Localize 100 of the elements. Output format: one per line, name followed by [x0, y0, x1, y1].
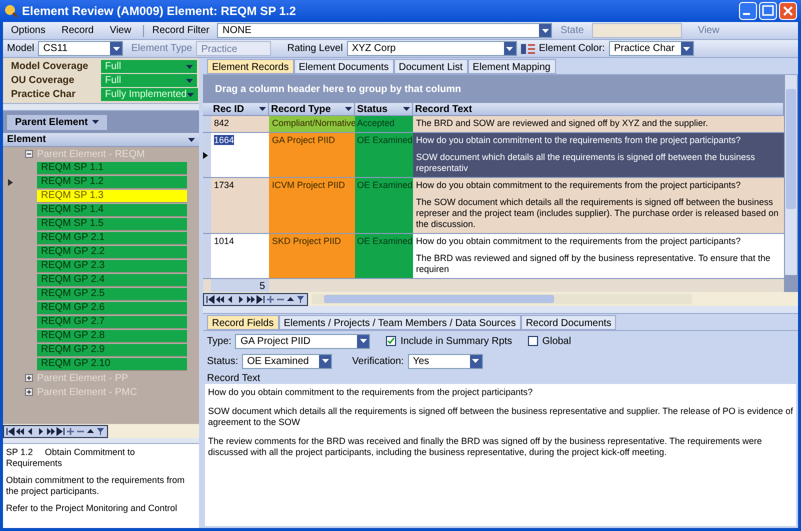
tree-item[interactable]: REQM SP 1.4 — [37, 204, 187, 216]
color-legend-icon — [520, 44, 535, 54]
last-icon[interactable] — [256, 294, 265, 304]
previous-icon[interactable] — [26, 426, 35, 436]
tab[interactable]: Elements / Projects / Team Members / Data Sources — [278, 315, 521, 330]
window-title: Element Review (AM009) Element: REQM SP 1.2 — [22, 3, 297, 20]
rating-level-dropdown[interactable]: XYZ Corp — [346, 41, 517, 56]
previous-page-icon[interactable] — [216, 294, 225, 304]
table-cell: How do you obtain commitment to the requirements from the project participants? The SOW document which details all the requirements is signed off between the business represer and the project team (includes supplier). The purchase order is released based on the discussion. — [413, 178, 784, 233]
caret-icon — [186, 64, 193, 68]
close-icon[interactable] — [779, 2, 797, 20]
first-icon[interactable] — [6, 426, 15, 436]
tree-item[interactable]: REQM GP 2.4 — [37, 274, 187, 286]
tab[interactable]: Element Documents — [294, 59, 394, 74]
tree-item[interactable]: REQM SP 1.2 — [37, 176, 187, 188]
caret-icon — [472, 359, 480, 363]
table-cell: OE Examined — [355, 133, 413, 177]
column-header[interactable]: Element — [3, 133, 199, 147]
tree-item[interactable]: REQM GP 2.2 — [37, 246, 187, 258]
field-label: Record Text — [206, 372, 262, 384]
tree-item[interactable]: REQM SP 1.5 — [37, 218, 187, 230]
element-type-label: Element Type — [131, 42, 192, 56]
minimize-icon[interactable] — [739, 2, 757, 20]
scrollbar[interactable] — [785, 75, 797, 275]
caret-icon — [188, 138, 195, 142]
table-cell: 842 — [214, 118, 230, 128]
filter-icon[interactable] — [296, 294, 305, 304]
tab[interactable]: Element Mapping — [468, 59, 556, 74]
checkbox-icon[interactable] — [528, 336, 538, 346]
caret-icon — [683, 46, 690, 50]
previous-icon[interactable] — [226, 294, 235, 304]
next-icon[interactable] — [236, 294, 245, 304]
filter-icon[interactable] — [96, 426, 105, 436]
checked-checkbox-icon[interactable] — [386, 336, 396, 346]
record-count: 5 — [211, 279, 269, 292]
expand-icon[interactable] — [25, 374, 33, 382]
tab[interactable]: Record Documents — [520, 315, 616, 330]
table-cell: 1734 — [214, 180, 234, 190]
verification-dropdown[interactable]: Yes — [408, 354, 483, 368]
previous-page-icon[interactable] — [16, 426, 25, 436]
menu-item[interactable]: Record — [57, 23, 98, 38]
description-text: Obtain commitment to the requirements from the project participants. — [6, 475, 185, 497]
record-filter-dropdown[interactable]: NONE — [217, 23, 552, 38]
element-color-dropdown[interactable]: Practice Char — [608, 41, 694, 56]
tree-item[interactable]: REQM GP 2.5 — [37, 288, 187, 300]
caret-icon — [542, 28, 549, 32]
tree-item[interactable]: REQM GP 2.10 — [37, 358, 187, 370]
table-cell: SKD Project PIID — [269, 234, 355, 278]
tree-item[interactable]: REQM GP 2.9 — [37, 344, 187, 356]
table-cell: The BRD and SOW are reviewed and signed off by XYZ and the supplier. — [413, 116, 784, 132]
tree-item[interactable]: REQM GP 2.8 — [37, 330, 187, 342]
model-dropdown[interactable]: CS11 — [38, 41, 124, 56]
menu-item[interactable]: Options — [7, 23, 50, 38]
tab[interactable]: Record Fields — [207, 315, 279, 330]
tree-item[interactable]: REQM GP 2.3 — [37, 260, 187, 272]
table-cell: How do you obtain commitment to the requirements from the project participants? SOW document which details all the requirements is signed off between the business representativ — [413, 133, 784, 177]
first-icon[interactable] — [206, 294, 215, 304]
tree-item[interactable]: REQM GP 2.1 — [37, 232, 187, 244]
row-header[interactable] — [203, 133, 211, 177]
menu-item[interactable]: View — [106, 23, 136, 38]
collapse-icon[interactable] — [25, 150, 33, 158]
maximize-icon[interactable] — [759, 2, 777, 20]
next-page-icon[interactable] — [46, 426, 55, 436]
tree-item[interactable]: REQM GP 2.6 — [37, 302, 187, 314]
app-icon — [4, 4, 18, 18]
record-text-area[interactable]: How do you obtain commitment to the requirements from the project participants? SOW document which details all the requirements is signed off between the business representative and supplier. The release of PO is evidence of agreement to the SOW The review comments for the BRD was received and finally the BRD was signed off by the business representative. The requirements were discussed with all the project participants, including the business representative, during the project kick-off meeting. — [205, 384, 796, 526]
next-icon[interactable] — [36, 426, 45, 436]
tree-item[interactable]: REQM GP 2.7 — [37, 316, 187, 328]
tab[interactable]: Document List — [394, 59, 468, 74]
type-dropdown[interactable]: GA Project PIID — [235, 334, 370, 348]
expand-icon[interactable] — [25, 388, 33, 396]
caret-icon — [186, 78, 193, 82]
up-arrow-icon[interactable] — [86, 426, 95, 436]
horizontal-scrollbar[interactable] — [312, 294, 692, 304]
checkbox[interactable]: Global — [528, 334, 572, 348]
tab[interactable]: Element Records — [207, 59, 294, 74]
tree-item[interactable]: REQM SP 1.1 — [37, 162, 187, 174]
caret-icon — [322, 359, 329, 363]
column-header[interactable]: Record Type — [269, 103, 355, 115]
up-arrow-icon[interactable] — [286, 294, 295, 304]
next-page-icon[interactable] — [246, 294, 255, 304]
checkbox[interactable]: Include in Summary Rpts — [386, 334, 512, 348]
field-label: Verification: — [352, 354, 404, 368]
caret-icon — [403, 107, 410, 111]
status-dropdown[interactable]: OE Examined — [242, 354, 332, 368]
row-pointer-icon — [203, 152, 208, 158]
model-label: Model — [7, 42, 34, 56]
column-header[interactable]: Status — [355, 103, 413, 115]
column-header[interactable]: Record Text — [413, 103, 784, 115]
table-cell: OE Examined — [355, 178, 413, 233]
coverage-label: OU Coverage — [10, 74, 76, 88]
caret-icon — [506, 46, 514, 50]
column-header[interactable]: Rec ID — [211, 103, 269, 115]
last-icon[interactable] — [56, 426, 65, 436]
caret-icon — [112, 46, 120, 50]
description-text: Refer to the Project Monitoring and Control — [6, 503, 178, 514]
table-cell: GA Project PIID — [269, 133, 355, 177]
group-by-box[interactable]: Parent Element — [7, 114, 107, 130]
coverage-label: Practice Char — [10, 88, 76, 102]
tree-item[interactable]: REQM SP 1.3 — [37, 190, 187, 202]
